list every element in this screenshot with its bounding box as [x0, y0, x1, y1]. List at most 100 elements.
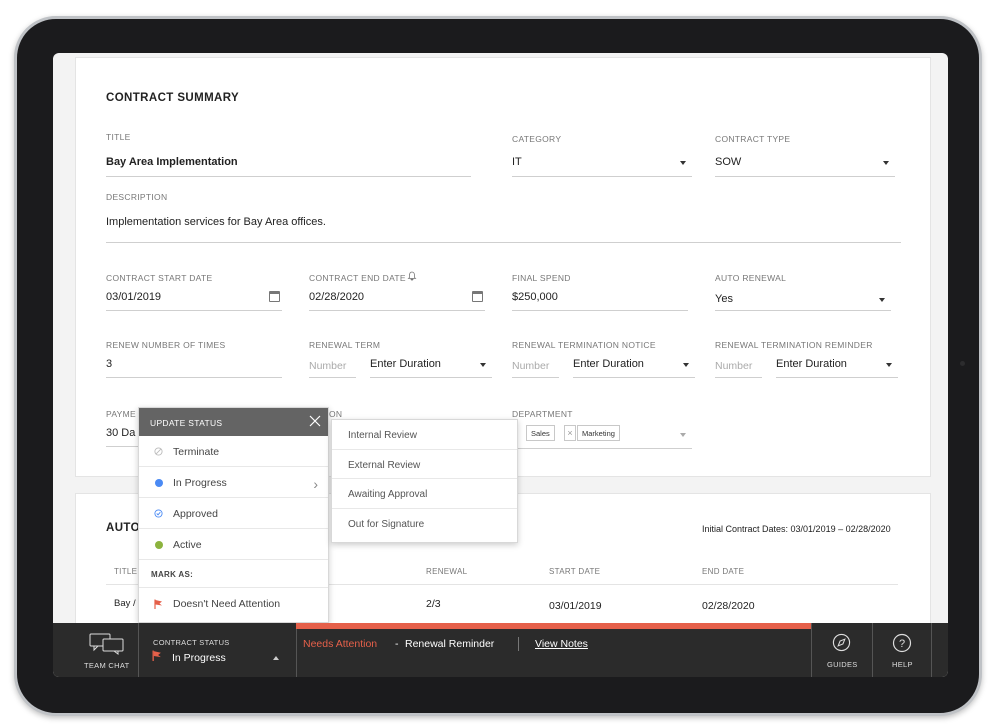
close-icon[interactable]	[308, 414, 322, 428]
renewal-term-duration[interactable]: Enter Duration	[370, 352, 492, 378]
option-label: Active	[173, 539, 202, 551]
submenu-external-review[interactable]: External Review	[332, 450, 517, 479]
final-spend-value: $250,000	[512, 291, 558, 303]
renew-times-value: 3	[106, 358, 113, 370]
row-title: Bay /	[114, 598, 136, 609]
termination-notice-number[interactable]: Number	[512, 352, 559, 378]
start-date-field[interactable]: CONTRACT START DATE 03/01/2019	[106, 273, 282, 311]
submenu-awaiting-approval[interactable]: Awaiting Approval	[332, 479, 517, 509]
remove-tag-icon[interactable]: ×	[564, 425, 576, 441]
end-date-field[interactable]: CONTRACT END DATE 02/28/2020	[309, 271, 485, 311]
in-progress-submenu: Internal Review External Review Awaiting…	[331, 419, 518, 543]
status-option-terminate[interactable]: Terminate	[139, 436, 328, 467]
description-label: DESCRIPTION	[106, 192, 168, 202]
initial-contract-dates: Initial Contract Dates: 03/01/2019 – 02/…	[702, 524, 891, 534]
guides-button[interactable]: GUIDES	[812, 623, 871, 677]
number-placeholder: Number	[512, 360, 550, 372]
number-placeholder: Number	[309, 360, 347, 372]
status-option-active[interactable]: Active	[139, 529, 328, 560]
termination-reminder-number[interactable]: Number	[715, 352, 762, 378]
title-value: Bay Area Implementation	[106, 156, 238, 168]
department-select[interactable]: DEPARTMENT Sales × Marketing	[512, 409, 692, 449]
contract-status-value: In Progress	[172, 652, 226, 664]
column-header-renewal: RENEWAL	[426, 567, 468, 576]
flag-icon	[154, 599, 162, 609]
chevron-down-icon	[480, 363, 486, 367]
approved-icon	[154, 509, 163, 518]
category-label: CATEGORY	[512, 134, 562, 144]
category-select[interactable]: CATEGORY IT	[512, 134, 692, 177]
submenu-out-for-signature[interactable]: Out for Signature	[332, 509, 517, 539]
renewal-term-label: RENEWAL TERM	[309, 340, 381, 350]
option-label: Approved	[173, 508, 218, 520]
popup-header: UPDATE STATUS	[139, 408, 328, 436]
obscured-field-label: ON	[329, 409, 343, 419]
guides-label: GUIDES	[827, 660, 858, 669]
submenu-internal-review[interactable]: Internal Review	[332, 420, 517, 450]
department-label: DEPARTMENT	[512, 409, 573, 419]
chevron-down-icon	[683, 363, 689, 367]
row-start-date: 03/01/2019	[549, 600, 602, 612]
chevron-down-icon	[680, 433, 686, 437]
termination-reminder-label: RENEWAL TERMINATION REMINDER	[715, 340, 873, 350]
calendar-icon[interactable]	[472, 291, 483, 302]
end-date-label: CONTRACT END DATE	[309, 273, 406, 283]
duration-value: Enter Duration	[573, 358, 644, 370]
final-spend-field[interactable]: FINAL SPEND $250,000	[512, 273, 688, 311]
terminate-icon	[154, 447, 163, 456]
svg-text:?: ?	[899, 638, 905, 650]
divider	[931, 623, 932, 677]
help-label: HELP	[892, 660, 913, 669]
help-button[interactable]: ? HELP	[873, 623, 931, 677]
contract-status-select[interactable]: CONTRACT STATUS In Progress	[139, 623, 296, 677]
divider	[296, 623, 297, 677]
end-date-value: 02/28/2020	[309, 291, 365, 303]
status-option-approved[interactable]: Approved	[139, 498, 328, 529]
compass-icon	[832, 633, 851, 652]
termination-notice-duration[interactable]: Enter Duration	[573, 352, 695, 378]
auto-renewal-select[interactable]: AUTO RENEWAL Yes	[715, 273, 891, 311]
department-tag-sales: Sales	[526, 425, 555, 441]
contract-status-label: CONTRACT STATUS	[153, 638, 230, 647]
status-option-in-progress[interactable]: In Progress ›	[139, 467, 328, 498]
auto-renewal-value: Yes	[715, 293, 733, 305]
contract-type-select[interactable]: CONTRACT TYPE SOW	[715, 134, 895, 177]
option-label: Terminate	[173, 446, 220, 458]
category-value: IT	[512, 156, 522, 168]
team-chat-button[interactable]: TEAM CHAT	[75, 623, 137, 677]
renew-times-label: RENEW NUMBER OF TIMES	[106, 340, 226, 350]
payment-label: PAYME	[106, 409, 136, 419]
popup-title: UPDATE STATUS	[150, 418, 223, 428]
contract-type-value: SOW	[715, 156, 742, 168]
section-title: AUTO	[106, 522, 140, 534]
calendar-icon[interactable]	[269, 291, 280, 302]
start-date-value: 03/01/2019	[106, 291, 162, 303]
chevron-down-icon	[680, 161, 686, 165]
renewal-term-number[interactable]: Number	[309, 352, 356, 378]
termination-notice-label: RENEWAL TERMINATION NOTICE	[512, 340, 656, 350]
row-renewal: 2/3	[426, 598, 441, 610]
termination-reminder-duration[interactable]: Enter Duration	[776, 352, 898, 378]
active-dot	[155, 541, 163, 549]
contract-type-label: CONTRACT TYPE	[715, 134, 791, 144]
renewal-reminder-text: Renewal Reminder	[405, 638, 495, 650]
flag-icon	[152, 650, 161, 661]
chevron-right-icon: ›	[313, 476, 318, 492]
auto-renewal-label: AUTO RENEWAL	[715, 273, 787, 283]
title-label: TITLE	[106, 132, 131, 142]
option-label: Doesn't Need Attention	[173, 598, 281, 610]
divider	[518, 637, 519, 651]
payment-value: 30 Da	[106, 427, 136, 439]
description-value: Implementation services for Bay Area off…	[106, 216, 326, 228]
description-field[interactable]: DESCRIPTION Implementation services for …	[106, 192, 901, 243]
mark-doesnt-need-attention[interactable]: Doesn't Need Attention	[139, 588, 328, 619]
mark-as-label: MARK AS:	[139, 560, 328, 588]
title-field[interactable]: TITLE Bay Area Implementation	[106, 132, 471, 177]
renew-times-field[interactable]: RENEW NUMBER OF TIMES 3	[106, 340, 282, 378]
department-tag-marketing: Marketing	[577, 425, 620, 441]
bell-icon[interactable]	[407, 271, 417, 281]
chat-icon	[89, 633, 124, 655]
view-notes-link[interactable]: View Notes	[535, 638, 588, 650]
help-icon: ?	[892, 633, 912, 653]
number-placeholder: Number	[715, 360, 753, 372]
